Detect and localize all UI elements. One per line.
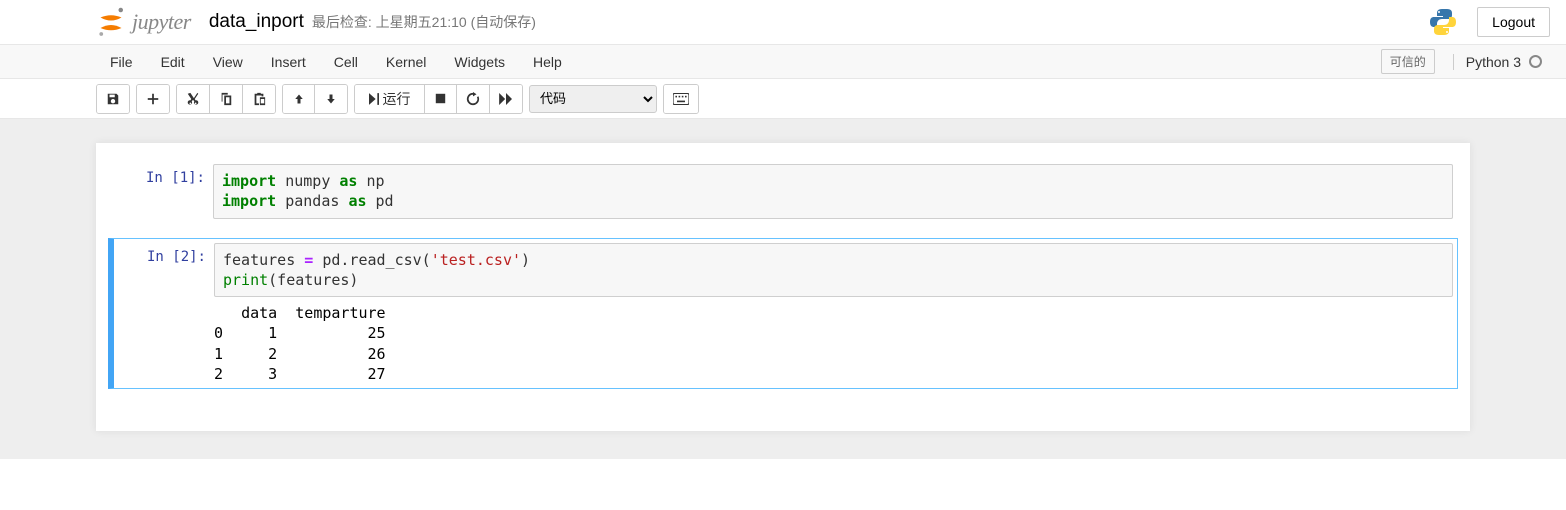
input-prompt: In [2]: [114, 243, 214, 385]
cell-body: features = pd.read_csv('test.csv') print… [214, 243, 1453, 385]
cell-body: import numpy as np import pandas as pd [213, 164, 1453, 219]
save-button[interactable] [97, 85, 129, 113]
run-button[interactable]: 运行 [355, 85, 425, 113]
notebook-area[interactable]: In [1]:import numpy as np import pandas … [0, 119, 1566, 459]
checkpoint-status: 最后检查: 上星期五21:10 (自动保存) [312, 12, 536, 32]
menu-kernel[interactable]: Kernel [372, 47, 440, 77]
play-step-icon [369, 93, 379, 105]
code-input[interactable]: features = pd.read_csv('test.csv') print… [214, 243, 1453, 298]
menu-cell[interactable]: Cell [320, 47, 372, 77]
kernel-idle-icon[interactable] [1529, 55, 1542, 68]
logout-button[interactable]: Logout [1477, 7, 1550, 37]
jupyter-logo[interactable]: jupyter [96, 6, 191, 38]
code-cell[interactable]: In [2]:features = pd.read_csv('test.csv'… [108, 238, 1458, 390]
notebook-name[interactable]: data_inport [209, 11, 304, 33]
move-up-button[interactable] [283, 85, 315, 113]
restart-run-all-button[interactable] [490, 85, 522, 113]
code-cell[interactable]: In [1]:import numpy as np import pandas … [108, 159, 1458, 224]
copy-button[interactable] [210, 85, 243, 113]
input-prompt: In [1]: [113, 164, 213, 219]
kernel-name: Python 3 [1466, 54, 1521, 70]
command-palette-button[interactable] [664, 85, 698, 113]
jupyter-planet-icon [96, 6, 126, 38]
keyboard-icon [673, 93, 689, 105]
cut-button[interactable] [177, 85, 210, 113]
menu-help[interactable]: Help [519, 47, 576, 77]
cell-output: data temparture 0 1 25 1 2 26 2 3 27 [214, 297, 1453, 384]
menu-insert[interactable]: Insert [257, 47, 320, 77]
restart-button[interactable] [457, 85, 490, 113]
menu-file[interactable]: File [96, 47, 147, 77]
menu-widgets[interactable]: Widgets [440, 47, 519, 77]
restart-icon [466, 92, 480, 106]
notebook-container: In [1]:import numpy as np import pandas … [96, 143, 1470, 431]
fast-forward-icon [499, 93, 513, 105]
insert-cell-button[interactable] [137, 85, 169, 113]
code-input[interactable]: import numpy as np import pandas as pd [213, 164, 1453, 219]
menubar: FileEditViewInsertCellKernelWidgetsHelp … [0, 45, 1566, 79]
move-down-button[interactable] [315, 85, 347, 113]
arrow-up-icon [293, 93, 305, 105]
plus-icon [146, 92, 160, 106]
menu-view[interactable]: View [199, 47, 257, 77]
scissors-icon [186, 92, 200, 106]
copy-icon [219, 92, 233, 106]
cell-type-select[interactable]: 代码Markdown原生 NBConvert标题 [529, 85, 657, 113]
kernel-indicator: Python 3 [1453, 54, 1550, 70]
stop-icon [435, 93, 446, 104]
run-button-label: 运行 [383, 89, 411, 109]
python-logo-icon [1427, 6, 1459, 38]
toolbar: 运行 代码Markdown原生 NBConvert标题 [0, 79, 1566, 119]
paste-icon [252, 92, 266, 106]
paste-button[interactable] [243, 85, 275, 113]
jupyter-logo-text: jupyter [132, 9, 191, 35]
interrupt-button[interactable] [425, 85, 457, 113]
save-icon [106, 92, 120, 106]
trust-button[interactable]: 可信的 [1381, 49, 1435, 74]
header-bar: jupyter data_inport 最后检查: 上星期五21:10 (自动保… [0, 0, 1566, 45]
menu-edit[interactable]: Edit [147, 47, 199, 77]
arrow-down-icon [325, 93, 337, 105]
